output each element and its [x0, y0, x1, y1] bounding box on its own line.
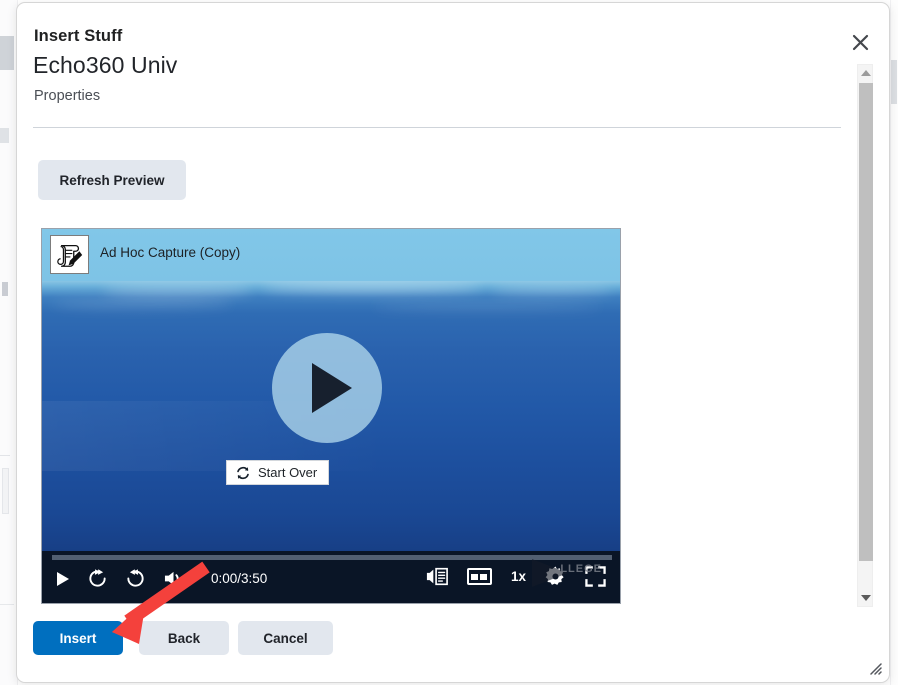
background-artifact: [0, 128, 9, 143]
close-icon[interactable]: [848, 30, 872, 54]
dialog-eyebrow-title: Insert Stuff: [34, 27, 123, 45]
video-embed-preview: Ad Hoc Capture (Copy) Start Over 0:00/3:…: [41, 228, 621, 604]
transcript-icon[interactable]: [426, 566, 448, 587]
refresh-icon: [237, 466, 249, 479]
video-title: Ad Hoc Capture (Copy): [100, 245, 241, 260]
cc-glyph-right: [480, 573, 488, 580]
playback-speed-button[interactable]: 1x: [511, 569, 526, 584]
background-artifact: [0, 604, 14, 605]
background-artifact: [891, 60, 897, 104]
cancel-button[interactable]: Cancel: [238, 621, 333, 655]
insert-button[interactable]: Insert: [33, 621, 123, 655]
rewind-10-icon[interactable]: [87, 568, 108, 589]
volume-icon[interactable]: [163, 569, 184, 588]
dialog-subtitle: Properties: [34, 88, 101, 104]
scrollbar-thumb[interactable]: [859, 83, 873, 561]
dialog-header: Insert Stuff Echo360 Univ Properties: [17, 3, 889, 123]
video-embed-footer: Discussion 0 Expand: [42, 603, 620, 604]
background-artifact: [0, 36, 14, 70]
cc-glyph-left: [471, 573, 479, 580]
gear-icon[interactable]: [545, 566, 566, 587]
scroll-pen-icon: [50, 235, 89, 274]
fullscreen-icon[interactable]: [585, 566, 606, 587]
dialog-scrollbar[interactable]: [857, 64, 873, 607]
background-artifact: [0, 455, 10, 456]
back-button[interactable]: Back: [139, 621, 229, 655]
start-over-button[interactable]: Start Over: [226, 460, 330, 485]
video-title-bar: Ad Hoc Capture (Copy): [42, 229, 620, 281]
closed-captions-icon[interactable]: [466, 568, 492, 585]
refresh-preview-button[interactable]: Refresh Preview: [38, 160, 186, 200]
background-right-rail: [890, 0, 898, 685]
video-stage[interactable]: Start Over: [42, 281, 620, 551]
resize-handle[interactable]: [866, 659, 882, 675]
forward-10-icon[interactable]: [125, 568, 146, 589]
page-title: Echo360 Univ: [33, 52, 178, 78]
video-scene-detail: [372, 303, 602, 311]
scroll-up-arrow-icon[interactable]: [858, 65, 874, 81]
video-time-display: 0:00/3:50: [211, 571, 268, 586]
dialog-footer: Insert Back Cancel: [17, 607, 889, 682]
video-scene-detail: [52, 299, 232, 309]
play-overlay-button[interactable]: [272, 333, 382, 443]
video-controls-bar: 0:00/3:50 1x LLEGE: [42, 551, 620, 603]
background-artifact: [2, 282, 8, 296]
background-artifact: [2, 468, 9, 514]
play-icon[interactable]: [56, 571, 70, 587]
play-icon: [311, 363, 352, 413]
video-controls-right: 1x: [426, 566, 606, 587]
video-scene-detail: [262, 281, 482, 293]
dialog-content: Refresh Preview Ad Hoc Capture (Copy) St…: [17, 128, 857, 607]
video-scene-detail: [102, 283, 252, 297]
video-scene-detail: [492, 285, 612, 295]
video-controls-left: 0:00/3:50: [56, 568, 267, 589]
start-over-label: Start Over: [258, 465, 318, 480]
insert-stuff-dialog: Insert Stuff Echo360 Univ Properties Ref…: [16, 2, 890, 683]
scroll-down-arrow-icon[interactable]: [858, 590, 874, 606]
progress-scrubber[interactable]: [52, 555, 612, 560]
